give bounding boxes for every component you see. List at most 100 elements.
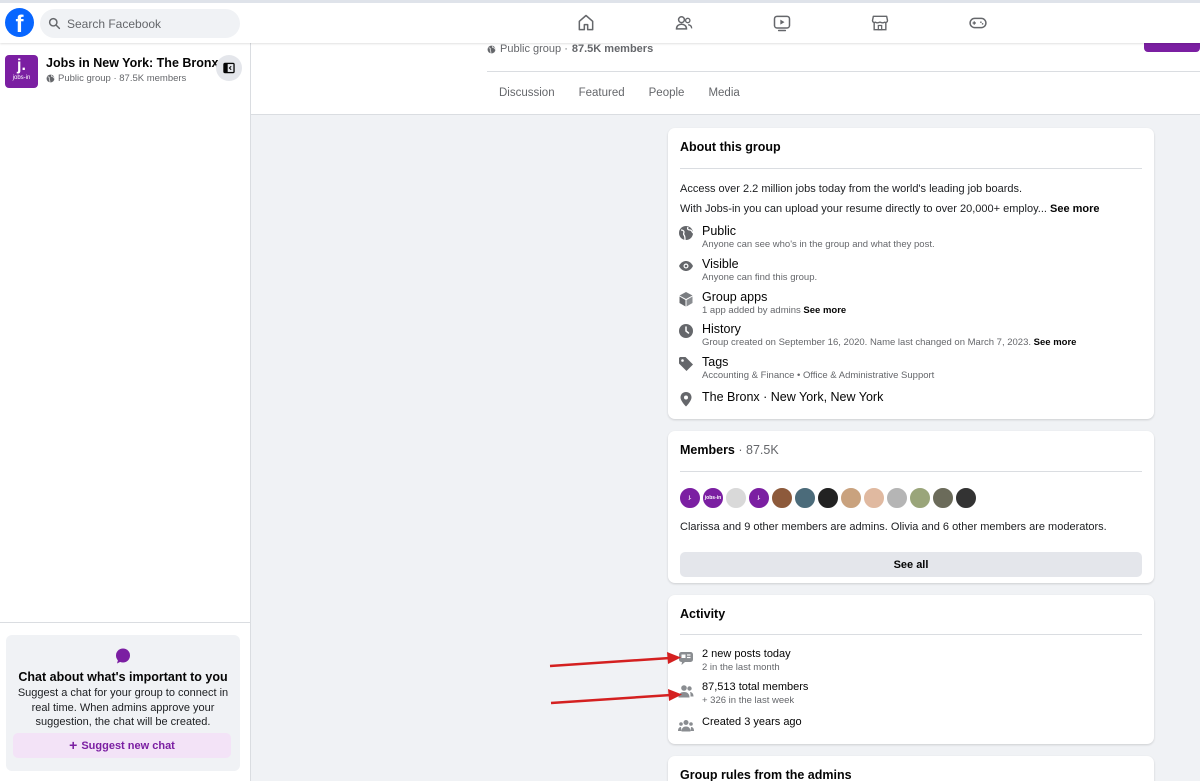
header-meta-prefix: Public group · bbox=[500, 43, 568, 55]
globe-icon bbox=[487, 45, 496, 53]
member-avatar[interactable] bbox=[909, 487, 931, 509]
left-sidebar: j. jobs-in Jobs in New York: The Bronx P… bbox=[0, 43, 251, 781]
about-description-line-1: Access over 2.2 million jobs today from … bbox=[680, 183, 1023, 195]
see-all-members-button[interactable]: See all bbox=[680, 552, 1142, 577]
location-text[interactable]: The Bronx · New York, New York bbox=[702, 390, 883, 407]
created-text: Created 3 years ago bbox=[702, 716, 802, 728]
video-icon[interactable] bbox=[771, 12, 793, 34]
about-divider bbox=[680, 168, 1142, 169]
members-count: · 87.5K bbox=[734, 443, 779, 457]
group-apps-subtitle: 1 app added by admins See more bbox=[702, 305, 846, 316]
activity-card-title: Activity bbox=[680, 607, 726, 621]
group-apps-text: 1 app added by admins bbox=[702, 305, 801, 316]
tag-icon bbox=[679, 357, 693, 371]
member-avatar[interactable]: jobs-in bbox=[702, 487, 724, 509]
visibility-row: Visible Anyone can find this group. bbox=[678, 257, 817, 283]
member-avatar[interactable] bbox=[725, 487, 747, 509]
tags-subtitle: Accounting & Finance • Office & Administ… bbox=[702, 370, 935, 381]
created-row: Created 3 years ago bbox=[678, 716, 802, 734]
group-avatar[interactable]: j. jobs-in bbox=[5, 55, 38, 88]
plus-icon: + bbox=[69, 737, 78, 753]
member-avatar[interactable] bbox=[955, 487, 977, 509]
tab-people[interactable]: People bbox=[637, 80, 697, 106]
activity-card: Activity 2 new posts today 2 in the last… bbox=[668, 595, 1154, 744]
annotation-arrow-members bbox=[550, 689, 682, 705]
admins-summary: Clarissa and 9 other members are admins.… bbox=[680, 521, 1107, 533]
search-box[interactable] bbox=[40, 9, 240, 38]
search-icon bbox=[48, 17, 61, 30]
friends-icon[interactable] bbox=[673, 12, 695, 34]
history-see-more-link[interactable]: See more bbox=[1034, 337, 1077, 348]
members-divider bbox=[680, 471, 1142, 472]
group-apps-see-more-link[interactable]: See more bbox=[803, 305, 846, 316]
chat-card-description: Suggest a chat for your group to connect… bbox=[17, 687, 229, 728]
group-rules-card: Group rules from the admins bbox=[668, 756, 1154, 781]
history-text: Group created on September 16, 2020. Nam… bbox=[702, 337, 1032, 348]
group-apps-title: Group apps bbox=[702, 290, 768, 304]
member-avatar[interactable] bbox=[886, 487, 908, 509]
member-avatar[interactable] bbox=[771, 487, 793, 509]
total-members-title: 87,513 total members bbox=[702, 681, 809, 693]
collapse-sidebar-button[interactable] bbox=[216, 55, 242, 81]
search-input[interactable] bbox=[67, 16, 227, 31]
members-card: Members · 87.5K j. jobs-in j. Clarissa and… bbox=[668, 431, 1154, 583]
home-icon[interactable] bbox=[575, 12, 597, 34]
tags-title: Tags bbox=[702, 355, 729, 369]
cube-icon bbox=[679, 292, 693, 307]
group-apps-row: Group apps 1 app added by admins See mor… bbox=[678, 290, 846, 316]
members-title: Members bbox=[680, 443, 735, 457]
sidebar-toggle-icon bbox=[223, 62, 235, 74]
member-avatar[interactable] bbox=[932, 487, 954, 509]
people-icon bbox=[678, 685, 694, 698]
visibility-subtitle: Anyone can find this group. bbox=[702, 272, 818, 283]
eye-icon bbox=[679, 261, 693, 271]
new-posts-subtitle: 2 in the last month bbox=[702, 662, 780, 673]
member-avatar[interactable] bbox=[863, 487, 885, 509]
history-row: History Group created on September 16, 2… bbox=[678, 322, 1076, 348]
total-members-subtitle: + 326 in the last week bbox=[702, 695, 795, 706]
tags-row: Tags Accounting & Finance • Office & Adm… bbox=[678, 355, 934, 381]
tab-featured[interactable]: Featured bbox=[567, 80, 637, 106]
chat-bubble-icon bbox=[116, 648, 130, 664]
group-rules-title: Group rules from the admins bbox=[680, 768, 852, 781]
header-divider bbox=[487, 71, 1200, 72]
member-avatar[interactable] bbox=[794, 487, 816, 509]
suggest-new-chat-label: Suggest new chat bbox=[81, 739, 175, 752]
group-avatar-letter: j. bbox=[17, 57, 26, 74]
privacy-row: Public Anyone can see who's in the group… bbox=[678, 224, 935, 250]
sidebar-divider bbox=[0, 622, 250, 623]
about-see-more-link[interactable]: See more bbox=[1050, 203, 1100, 215]
history-subtitle: Group created on September 16, 2020. Nam… bbox=[702, 337, 1076, 348]
members-card-title: Members · 87.5K bbox=[680, 443, 779, 457]
group-tabs: Discussion Featured People Media bbox=[487, 80, 752, 106]
facebook-logo[interactable]: f bbox=[5, 8, 34, 37]
tab-discussion[interactable]: Discussion bbox=[487, 80, 567, 106]
about-card: About this group Access over 2.2 million… bbox=[668, 128, 1154, 419]
about-card-title: About this group bbox=[680, 140, 781, 154]
history-title: History bbox=[702, 322, 741, 336]
globe-icon bbox=[46, 74, 55, 83]
group-header: Public group · 87.5K members Discussion … bbox=[251, 37, 1200, 115]
privacy-subtitle: Anyone can see who's in the group and wh… bbox=[702, 239, 935, 250]
location-row: The Bronx · New York, New York bbox=[678, 390, 883, 407]
group-people-icon bbox=[678, 720, 694, 732]
visibility-title: Visible bbox=[702, 257, 739, 271]
about-description-text: With Jobs-in you can upload your resume … bbox=[680, 203, 1047, 215]
suggest-new-chat-button[interactable]: + Suggest new chat bbox=[13, 733, 231, 758]
member-avatar[interactable] bbox=[817, 487, 839, 509]
chat-suggestion-card: Chat about what's important to you Sugge… bbox=[6, 635, 240, 771]
group-avatar-text: jobs-in bbox=[12, 75, 31, 81]
member-avatar[interactable]: j. bbox=[679, 487, 701, 509]
member-avatar[interactable]: j. bbox=[748, 487, 770, 509]
about-description-line-2: With Jobs-in you can upload your resume … bbox=[680, 203, 1100, 215]
gaming-icon[interactable] bbox=[967, 12, 989, 34]
post-bubble-icon bbox=[679, 652, 693, 665]
marketplace-icon[interactable] bbox=[869, 12, 891, 34]
new-posts-row: 2 new posts today 2 in the last month bbox=[678, 648, 791, 673]
member-avatar[interactable] bbox=[840, 487, 862, 509]
group-meta: Public group · 87.5K members bbox=[46, 73, 186, 84]
tab-media[interactable]: Media bbox=[696, 80, 751, 106]
activity-divider bbox=[680, 634, 1142, 635]
group-name[interactable]: Jobs in New York: The Bronx bbox=[46, 56, 219, 70]
globe-icon bbox=[679, 226, 694, 241]
